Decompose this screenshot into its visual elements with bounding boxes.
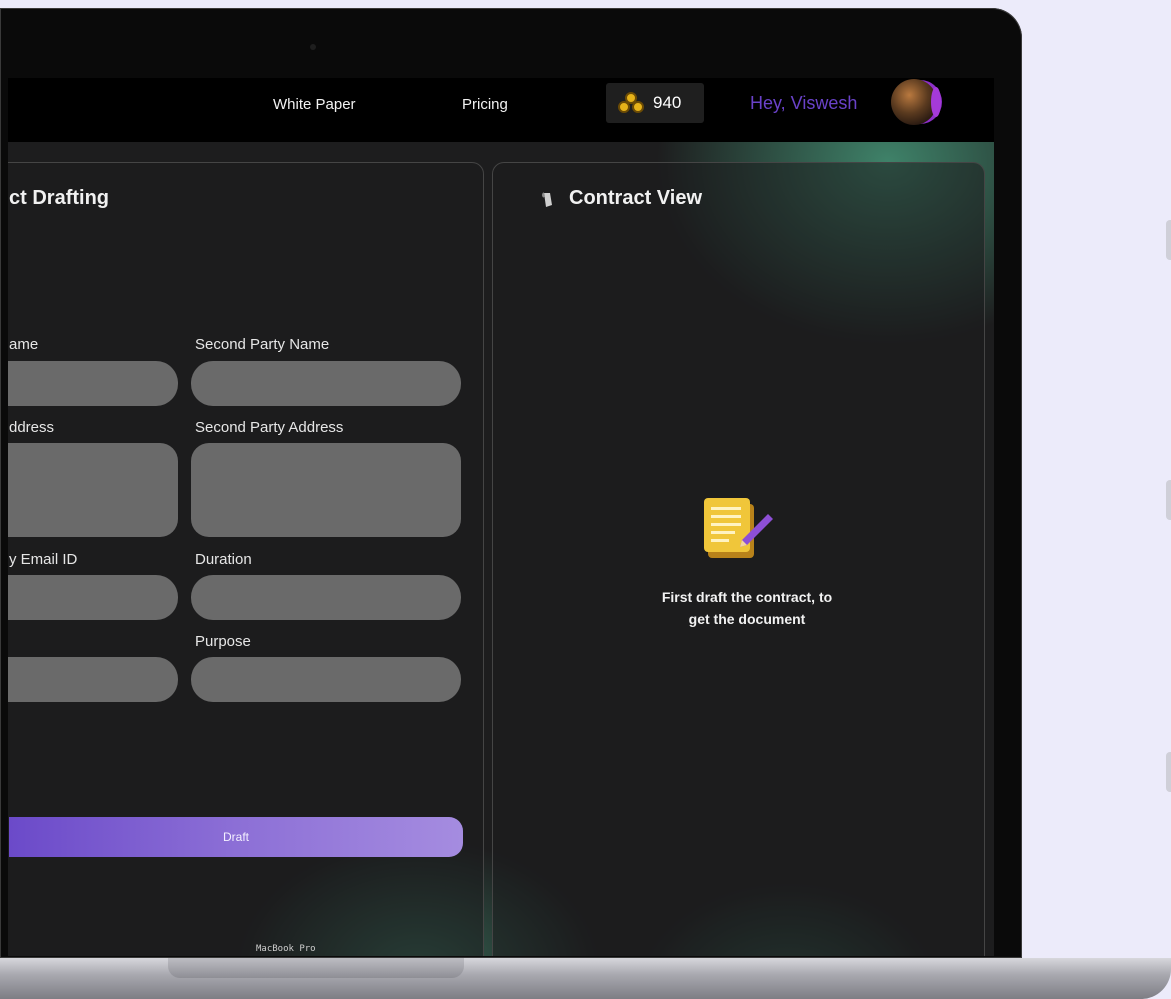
first-party-name-label: ame [9, 336, 39, 353]
top-navbar: White Paper Pricing 940 Hey, Viswesh [8, 78, 994, 142]
empty-state-line-2: get the document [688, 611, 806, 627]
email-id-label: y Email ID [9, 551, 78, 568]
left-bottom-input[interactable] [8, 657, 178, 702]
first-party-address-label: ddress [9, 419, 55, 436]
contract-drafting-panel: ct Drafting ame Second Party Name ddress… [8, 162, 484, 956]
side-mark-top [1166, 220, 1171, 260]
coins-icon [618, 92, 644, 113]
avatar[interactable] [891, 79, 941, 125]
nav-white-paper[interactable]: White Paper [273, 96, 356, 113]
second-party-address-input[interactable] [191, 443, 461, 537]
purpose-input[interactable] [191, 657, 461, 702]
laptop-model-label: MacBook Pro [256, 944, 316, 954]
duration-label: Duration [195, 551, 252, 568]
nav-pricing[interactable]: Pricing [462, 96, 508, 113]
second-party-name-input[interactable] [191, 361, 461, 406]
side-mark-bottom [1166, 752, 1171, 792]
coin-count: 940 [653, 93, 682, 112]
empty-state-message: First draft the contract, to get the doc… [613, 586, 881, 630]
side-mark-middle [1166, 480, 1171, 520]
email-id-input[interactable] [8, 575, 178, 620]
laptop-notch [168, 958, 464, 978]
second-party-name-label: Second Party Name [195, 336, 330, 353]
contract-view-title: Contract View [569, 187, 702, 209]
drafting-title: ct Drafting [9, 187, 109, 209]
second-party-address-label: Second Party Address [195, 419, 344, 436]
document-pencil-icon [704, 498, 773, 558]
scroll-icon [542, 192, 552, 207]
laptop-bezel: White Paper Pricing 940 Hey, Viswesh ct … [0, 8, 1022, 958]
first-party-name-input[interactable] [8, 361, 178, 406]
first-party-address-input[interactable] [8, 443, 178, 537]
user-greeting: Hey, Viswesh [750, 93, 858, 113]
draft-button[interactable]: Draft [9, 817, 463, 857]
camera-dot [310, 44, 316, 50]
coin-balance[interactable]: 940 [606, 83, 704, 123]
empty-state-line-1: First draft the contract, to [661, 589, 833, 605]
purpose-label: Purpose [195, 633, 251, 650]
duration-input[interactable] [191, 575, 461, 620]
app-screen: White Paper Pricing 940 Hey, Viswesh ct … [8, 78, 994, 956]
